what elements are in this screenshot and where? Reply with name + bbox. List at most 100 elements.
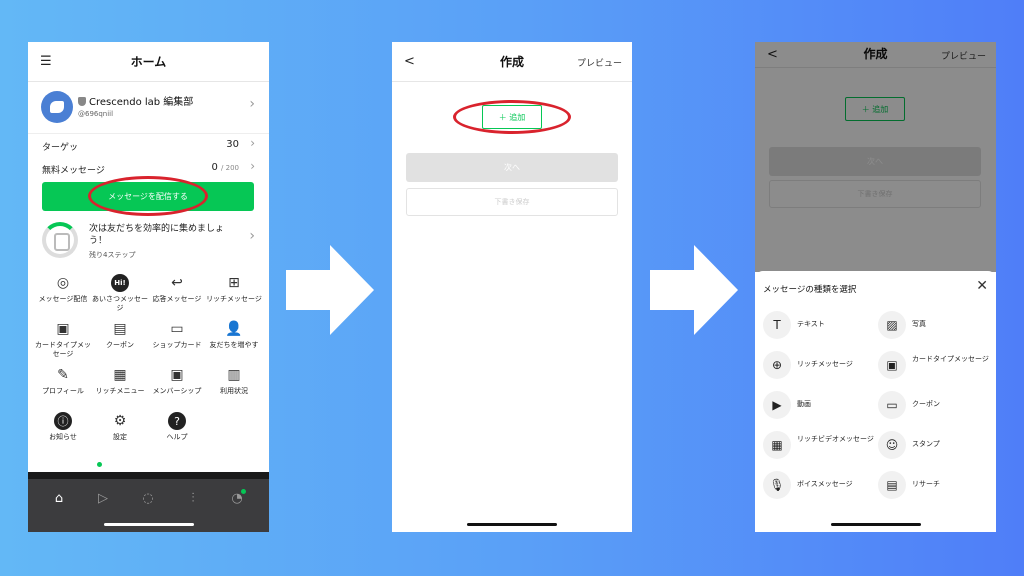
grid-item[interactable]: Hi! あいさつメッセージ xyxy=(91,274,149,313)
grid-item[interactable]: ⓘ お知らせ xyxy=(34,412,92,442)
grid-item-label: リッチメッセージ xyxy=(206,295,262,303)
target-value: 30 xyxy=(226,139,239,150)
page-title: ホーム xyxy=(130,55,167,69)
grid-item[interactable]: ⊞ リッチメッセージ xyxy=(205,274,263,304)
rich-message-icon: ⊕ xyxy=(763,351,791,379)
grid-item-label: プロフィール xyxy=(42,387,84,395)
free-message-limit: / 200 xyxy=(221,164,239,172)
message-type-option[interactable]: ⊕ リッチメッセージ xyxy=(763,351,883,381)
chevron-right-icon: › xyxy=(249,96,255,112)
grid-item-label: 設定 xyxy=(113,433,127,441)
next-button[interactable]: 次へ xyxy=(406,153,618,182)
grid-item-label: リッチメニュー xyxy=(95,387,145,395)
message-type-option[interactable]: ▨ 写真 xyxy=(878,311,996,341)
voice-icon: 🎙 xyxy=(763,471,791,499)
step-remaining: 残り4ステップ xyxy=(89,251,136,259)
message-type-sheet: メッセージの種類を選択 ✕ T テキスト ▨ 写真 ⊕ リッチメッセージ ▣ カードタイプメッ… xyxy=(755,271,996,532)
grid-item[interactable]: ▦ リッチメニュー xyxy=(91,366,149,396)
hi-bubble-icon: Hi! xyxy=(111,274,129,292)
grid-item-label: カードタイプメッセージ xyxy=(35,341,91,358)
back-icon[interactable]: < xyxy=(404,54,415,69)
grid-item[interactable]: ◎ メッセージ配信 xyxy=(34,274,92,304)
menu-icon[interactable]: ☰ xyxy=(40,54,52,69)
text-icon: T xyxy=(763,311,791,339)
preview-link[interactable]: プレビュー xyxy=(577,56,622,69)
message-type-option[interactable]: ☺ スタンプ xyxy=(878,431,996,461)
free-message-label: 無料メッセージ xyxy=(42,166,105,176)
home-indicator xyxy=(103,523,194,526)
grid-item[interactable]: ▤ クーポン xyxy=(91,320,149,350)
grid-item-label: メッセージ配信 xyxy=(38,295,88,303)
usage-icon: ▥ xyxy=(227,366,241,383)
grid-item[interactable]: ▥ 利用状況 xyxy=(205,366,263,396)
shop-card-icon: ▭ xyxy=(170,320,184,337)
add-friend-icon: 👤 xyxy=(225,320,243,337)
grid-item-label: ショップカード xyxy=(152,341,202,349)
highlight-circle xyxy=(88,176,208,216)
broadcast-icon: ◎ xyxy=(56,274,70,291)
chevron-right-icon: › xyxy=(250,136,255,150)
grid-item[interactable]: ▣ メンバーシップ xyxy=(148,366,206,396)
create-screen-with-sheet: < 作成 プレビュー ＋ 追加 次へ 下書き保存 メッセージの種類を選択 ✕ T… xyxy=(755,42,996,532)
grid-item-label: 利用状況 xyxy=(220,387,248,395)
free-message-count: 0 xyxy=(211,162,218,173)
option-label: ボイスメッセージ xyxy=(797,480,853,488)
sticker-icon: ☺ xyxy=(878,431,906,459)
grid-item-label: あいさつメッセージ xyxy=(92,295,148,312)
option-label: スタンプ xyxy=(912,440,940,448)
grid-item-label: お知らせ xyxy=(49,433,77,441)
grid-item[interactable]: ▭ ショップカード xyxy=(148,320,206,350)
grid-item[interactable]: ↩ 応答メッセージ xyxy=(148,274,206,304)
rich-message-icon: ⊞ xyxy=(228,274,240,291)
chevron-right-icon: › xyxy=(249,228,255,244)
message-type-option[interactable]: 🎙 ボイスメッセージ xyxy=(763,471,883,501)
dim-overlay[interactable] xyxy=(755,42,996,272)
option-label: リッチビデオメッセージ xyxy=(797,435,874,443)
chat-tab-icon[interactable]: ◌ xyxy=(139,491,157,509)
option-label: リサーチ xyxy=(912,480,940,488)
progress-ring-icon xyxy=(42,222,78,258)
next-step-card[interactable]: 次は友だちを効率的に集めましょう！ 残り4ステップ › xyxy=(28,218,269,264)
option-label: リッチメッセージ xyxy=(797,360,853,368)
play-tab-icon[interactable]: ▷ xyxy=(94,491,112,509)
grid-item[interactable]: ⚙ 設定 xyxy=(91,412,149,442)
create-screen: < 作成 プレビュー ＋ 追加 次へ 下書き保存 xyxy=(392,42,632,532)
sheet-title: メッセージの種類を選択 xyxy=(763,285,857,295)
option-label: 動画 xyxy=(797,400,811,408)
message-type-option[interactable]: T テキスト xyxy=(763,311,883,341)
arrow-right-icon xyxy=(650,245,738,335)
notification-dot xyxy=(97,462,102,467)
message-type-option[interactable]: ▣ カードタイプメッセージ xyxy=(878,351,996,381)
option-label: クーポン xyxy=(912,400,940,408)
grid-item[interactable]: ▣ カードタイプメッセージ xyxy=(34,320,92,359)
photo-icon: ▨ xyxy=(878,311,906,339)
message-type-option[interactable]: ▭ クーポン xyxy=(878,391,996,421)
home-header: ☰ ホーム xyxy=(28,42,269,82)
card-type-icon: ▣ xyxy=(56,320,70,337)
home-tab-icon[interactable]: ⌂ xyxy=(50,491,68,509)
step-text: 次は友だちを効率的に集めましょう！ xyxy=(89,224,225,246)
close-icon[interactable]: ✕ xyxy=(976,278,988,294)
page-title: 作成 xyxy=(499,55,524,69)
stats-tab-icon[interactable]: ⫶ xyxy=(184,491,202,509)
profile-icon: ✎ xyxy=(57,366,69,383)
home-screen: ☰ ホーム Crescendo lab 編集部 @696qniil › ターゲッ… xyxy=(28,42,269,532)
save-draft-button[interactable]: 下書き保存 xyxy=(406,188,618,216)
grid-item[interactable]: ✎ プロフィール xyxy=(34,366,92,396)
option-label: 写真 xyxy=(912,320,926,328)
grid-item[interactable]: 👤 友だちを増やす xyxy=(205,320,263,350)
avatar xyxy=(41,91,73,123)
grid-item-label: 友だちを増やす xyxy=(209,341,259,349)
account-row[interactable]: Crescendo lab 編集部 @696qniil › xyxy=(28,82,269,134)
coupon-icon: ▭ xyxy=(878,391,906,419)
message-type-option[interactable]: ▶ 動画 xyxy=(763,391,883,421)
target-label: ターゲッ xyxy=(42,143,79,153)
message-type-option[interactable]: ▦ リッチビデオメッセージ xyxy=(763,431,883,461)
bottom-tab-bar: ⌂ ▷ ◌ ⫶ ◔ xyxy=(28,479,269,532)
arrow-right-icon xyxy=(286,245,374,335)
message-type-option[interactable]: ▤ リサーチ xyxy=(878,471,996,501)
reply-icon: ↩ xyxy=(171,274,183,291)
grid-item[interactable]: ? ヘルプ xyxy=(148,412,206,442)
target-row[interactable]: ターゲッ 30 › xyxy=(28,134,269,157)
card-type-icon: ▣ xyxy=(878,351,906,379)
